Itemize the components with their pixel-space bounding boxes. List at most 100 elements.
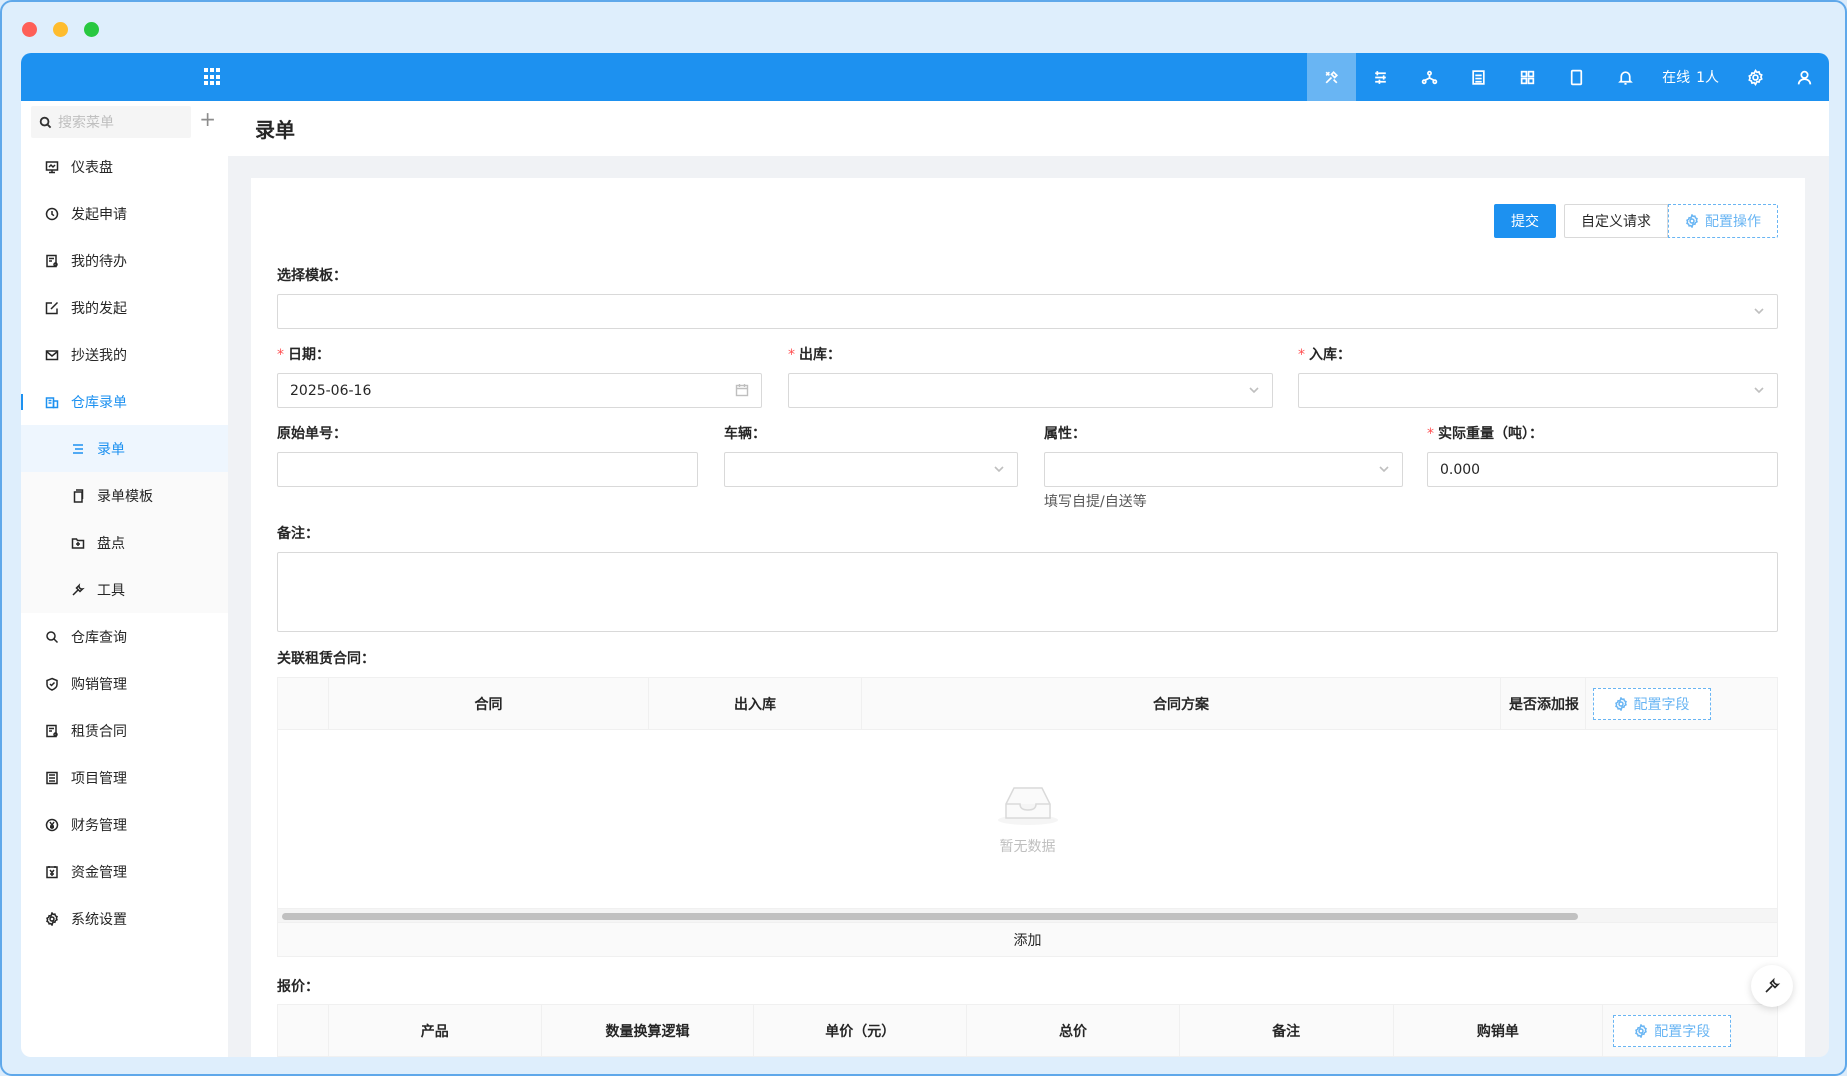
sidebar-item-label: 项目管理 [71,770,127,787]
dashboard-icon [45,160,59,173]
config-field-button[interactable]: 配置字段 [1613,1015,1732,1047]
colon: ： [1072,426,1086,442]
config-action-button[interactable]: 配置操作 [1668,204,1778,238]
attr-select[interactable] [1044,452,1403,487]
sidebar-item-fund[interactable]: 资金管理 [21,848,228,895]
gear-icon[interactable] [1731,53,1780,101]
outbound-select[interactable] [788,373,1273,408]
gear-icon [1614,697,1627,711]
online-status[interactable]: 在线 1人 [1650,53,1731,101]
sidebar-item-lease[interactable]: 租赁合同 [21,707,228,754]
colon: ： [1337,347,1351,363]
custom-request-button[interactable]: 自定义请求 [1564,204,1668,238]
project-icon [46,771,58,784]
grid-icon[interactable] [1503,53,1552,101]
template-label-text: 选择模板 [277,268,333,284]
config-field-label: 配置字段 [1654,1024,1711,1040]
sidebar-item-cc[interactable]: 抄送我的 [21,331,228,378]
sidebar-item-todo[interactable]: 我的待办 [21,237,228,284]
gear-icon [46,911,58,926]
calendar-icon [735,383,749,401]
sidebar-subitem-inventory[interactable]: 盘点 [21,519,228,566]
sidebar-item-label: 仪表盘 [71,159,113,176]
colon: ： [333,426,347,442]
online-count: 1人 [1696,70,1719,86]
remark-textarea[interactable] [277,552,1778,632]
plus-icon[interactable]: + [199,109,216,129]
submit-button[interactable]: 提交 [1494,204,1556,238]
empty-inbox-icon [997,787,1058,825]
maximize-window-button[interactable] [84,22,99,37]
app-window: 在线 1人 搜索菜单 + 仪表盘 发起申请 我的待办 我的发起 抄送我的 仓库录… [0,0,1847,1076]
shield-icon [46,677,58,691]
sidebar-item-apply[interactable]: 发起申请 [21,190,228,237]
yen-icon [45,818,59,831]
apps-grid-icon[interactable] [204,68,222,86]
chevron-down-icon [1248,384,1260,396]
vehicle-select[interactable] [724,452,1018,487]
top-actions: 在线 1人 [1307,53,1829,101]
document-icon[interactable] [1454,53,1503,101]
menu-search-row: 搜索菜单 + [21,101,228,143]
sidebar-item-label: 资金管理 [71,864,127,881]
tablet-icon[interactable] [1552,53,1601,101]
inbound-label-text: 入库 [1309,347,1337,363]
colon: ： [305,526,319,542]
attr-label-text: 属性 [1044,426,1072,442]
chevron-down-icon [1378,463,1390,475]
colon: ： [827,347,841,363]
main-content: 录单 提交 自定义请求 配置操作 选择模板： * 日期： 2025-06-16 … [228,101,1829,1057]
config-field-button[interactable]: 配置字段 [1592,688,1711,720]
vehicle-label: 车辆： [724,423,766,443]
sidebar-item-warehouse-query[interactable]: 仓库查询 [21,613,228,660]
sidebar-subitem-template[interactable]: 录单模板 [21,472,228,519]
column-header: 是否添加报 [1501,678,1586,730]
sidebar-item-label: 发起申请 [71,206,127,223]
sidebar-item-sales[interactable]: 购销管理 [21,660,228,707]
sidebar-subitem-label: 工具 [97,582,125,599]
window-controls [22,22,99,37]
add-contract-button[interactable]: 添加 [278,922,1777,956]
bell-icon[interactable] [1601,53,1650,101]
sidebar-subitem-entry[interactable]: 录单 [21,425,228,472]
minimize-window-button[interactable] [53,22,68,37]
contract-table: 合同 出入库 合同方案 是否添加报 配置字段 暂无数据 添加 [277,677,1778,957]
column-header: 购销单 [1394,1005,1604,1057]
form-card: 提交 自定义请求 配置操作 选择模板： * 日期： 2025-06-16 * 出… [251,178,1805,1057]
outbound-label-text: 出库 [799,347,827,363]
date-picker[interactable]: 2025-06-16 [277,373,762,408]
quote-table-label: 报价： [277,976,319,996]
stack-icon[interactable] [1356,53,1405,101]
sidebar-item-label: 购销管理 [71,676,127,693]
sidebar-item-label: 我的待办 [71,253,127,270]
tools-icon[interactable] [1307,53,1357,101]
sidebar-item-project[interactable]: 项目管理 [21,754,228,801]
selection-column-header [278,1005,329,1057]
template-select[interactable] [277,294,1778,329]
floating-wrench-button[interactable] [1751,965,1793,1007]
sidebar-subitem-tools[interactable]: 工具 [21,566,228,613]
folder-icon [71,537,85,549]
close-window-button[interactable] [22,22,37,37]
quote-table-header: 产品 数量换算逻辑 单价（元） 总价 备注 购销单 配置字段 [278,1005,1777,1057]
sidebar-item-warehouse-entry[interactable]: 仓库录单 [21,378,228,425]
quote-table-label-text: 报价 [277,979,305,995]
inbound-select[interactable] [1298,373,1778,408]
sidebar-item-label: 仓库录单 [71,394,127,411]
sidebar-item-settings[interactable]: 系统设置 [21,895,228,942]
weight-input[interactable]: 0.000 [1427,452,1778,487]
network-icon[interactable] [1405,53,1454,101]
sidebar-item-finance[interactable]: 财务管理 [21,801,228,848]
horizontal-scrollbar[interactable] [278,908,1777,922]
sidebar-item-label: 财务管理 [71,817,127,834]
contract-icon [46,724,58,737]
search-icon [46,630,59,643]
menu-search-input[interactable]: 搜索菜单 [31,106,191,138]
config-column-header: 配置字段 [1586,678,1717,730]
user-icon[interactable] [1780,53,1829,101]
sidebar-item-initiated[interactable]: 我的发起 [21,284,228,331]
orig-no-input[interactable] [277,452,698,487]
todo-icon [46,254,58,267]
sidebar-item-label: 系统设置 [71,911,127,928]
sidebar-item-dashboard[interactable]: 仪表盘 [21,143,228,190]
